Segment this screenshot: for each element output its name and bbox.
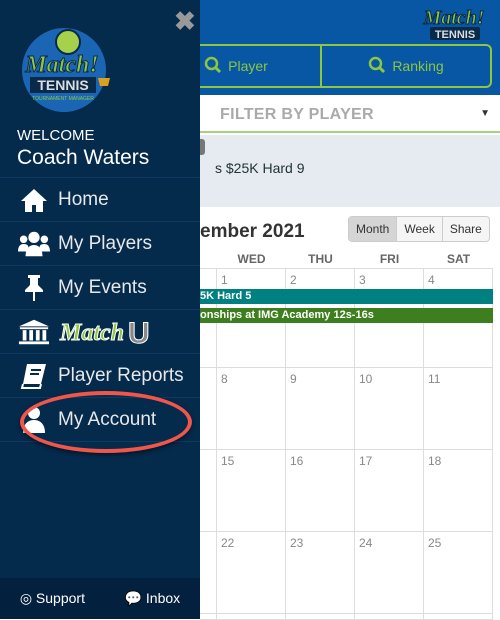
match-tennis-logo[interactable]: Match! TENNIS — [416, 4, 492, 42]
calendar-day-cell[interactable] — [424, 614, 493, 620]
highlight-circle — [20, 391, 192, 453]
svg-text:Match: Match — [59, 320, 124, 346]
calendar-day-cell[interactable] — [200, 532, 217, 614]
day-number: 2 — [290, 273, 297, 287]
calendar-day-cell[interactable]: 18 — [424, 450, 493, 532]
day-number: 9 — [290, 372, 297, 386]
sidebar-footer: ◎ Support 💬 Inbox — [0, 578, 200, 619]
calendar-day-cell[interactable] — [355, 614, 424, 620]
pushpin-icon — [18, 274, 50, 302]
lifebuoy-icon: ◎ — [19, 590, 33, 606]
chat-icon: 💬 — [124, 590, 143, 606]
match-tennis-logo: Match! TENNIS TOURNAMENT MANAGER — [22, 28, 110, 112]
month-button[interactable]: Month — [349, 217, 397, 241]
book-icon — [18, 362, 50, 390]
day-number: 15 — [221, 454, 235, 468]
day-number: 8 — [221, 372, 228, 386]
sidebar-item-my-events[interactable]: My Events — [0, 266, 200, 310]
sidebar-item-home[interactable]: Home — [0, 178, 200, 222]
calendar-day-cell[interactable]: 16 — [286, 450, 355, 532]
close-icon[interactable]: ✖ — [174, 6, 196, 37]
sidebar-item-my-players[interactable]: My Players — [0, 222, 200, 266]
sidebar-item-matchu[interactable]: Match U — [0, 310, 200, 354]
day-number: 22 — [221, 536, 235, 550]
calendar-day-cell[interactable]: 23 — [286, 532, 355, 614]
calendar-day-cell[interactable]: 24 — [355, 532, 424, 614]
day-number: 10 — [359, 372, 373, 386]
calendar-day-cell[interactable]: 22 — [217, 532, 286, 614]
search-ranking-button[interactable]: Ranking — [320, 46, 490, 86]
home-icon — [18, 186, 50, 214]
day-header: THU — [308, 252, 333, 266]
sidebar-menu: ✖ Match! TENNIS TOURNAMENT MANAGER WELCO… — [0, 0, 200, 619]
day-header: FRI — [379, 252, 400, 266]
day-number: 1 — [221, 273, 228, 287]
matchu-logo: Match U — [59, 316, 151, 348]
search-icon — [204, 56, 222, 77]
calendar-day-cell[interactable]: 8 — [217, 368, 286, 450]
day-number: 23 — [290, 536, 304, 550]
day-header: SAT — [446, 252, 471, 266]
svg-text:Match!: Match! — [422, 7, 484, 29]
calendar-day-cell[interactable] — [200, 450, 217, 532]
search-icon — [368, 56, 386, 77]
day-number: 17 — [359, 454, 373, 468]
inbox-link[interactable]: 💬 Inbox — [125, 590, 181, 607]
day-number: 18 — [428, 454, 442, 468]
calendar-day-cell[interactable]: 9 — [286, 368, 355, 450]
calendar-day-cell[interactable]: 10 — [355, 368, 424, 450]
calendar-day-cell[interactable]: 17 — [355, 450, 424, 532]
user-name: Coach Waters — [17, 146, 150, 169]
calendar-event[interactable]: onships at IMG Academy 12s-16s — [200, 308, 493, 323]
week-button[interactable]: Week — [396, 217, 441, 241]
calendar-day-cell[interactable] — [200, 368, 217, 450]
calendar-day-cell[interactable] — [217, 614, 286, 620]
calendar-day-cell[interactable] — [286, 614, 355, 620]
day-number: 24 — [359, 536, 373, 550]
day-header: WED — [237, 252, 266, 266]
share-button[interactable]: Share — [441, 217, 489, 241]
calendar-event[interactable]: 5K Hard 5 — [200, 289, 493, 304]
svg-text:TENNIS: TENNIS — [37, 77, 88, 93]
bank-icon — [18, 318, 50, 346]
day-number: 16 — [290, 454, 304, 468]
day-number: 3 — [359, 273, 366, 287]
svg-text:TOURNAMENT MANAGER: TOURNAMENT MANAGER — [32, 96, 94, 102]
day-number: 4 — [428, 273, 435, 287]
calendar-day-cell[interactable] — [200, 614, 217, 620]
svg-text:U: U — [128, 317, 150, 348]
svg-text:TENNIS: TENNIS — [435, 29, 475, 41]
calendar-day-cell[interactable]: 11 — [424, 368, 493, 450]
search-buttons: Player Ranking — [150, 44, 492, 88]
welcome-label: WELCOME — [17, 127, 95, 144]
calendar-title: ember 2021 — [200, 221, 305, 242]
svg-text:Match!: Match! — [24, 52, 98, 78]
users-icon — [18, 230, 50, 258]
calendar-day-cell[interactable]: 15 — [217, 450, 286, 532]
calendar-day-cell[interactable]: 25 — [424, 532, 493, 614]
caret-down-icon: ▼ — [480, 108, 490, 119]
calendar-view-toggle: Month Week Share — [348, 216, 490, 242]
day-number: 11 — [428, 372, 441, 386]
support-link[interactable]: ◎ Support — [20, 590, 85, 607]
day-number: 25 — [428, 536, 442, 550]
